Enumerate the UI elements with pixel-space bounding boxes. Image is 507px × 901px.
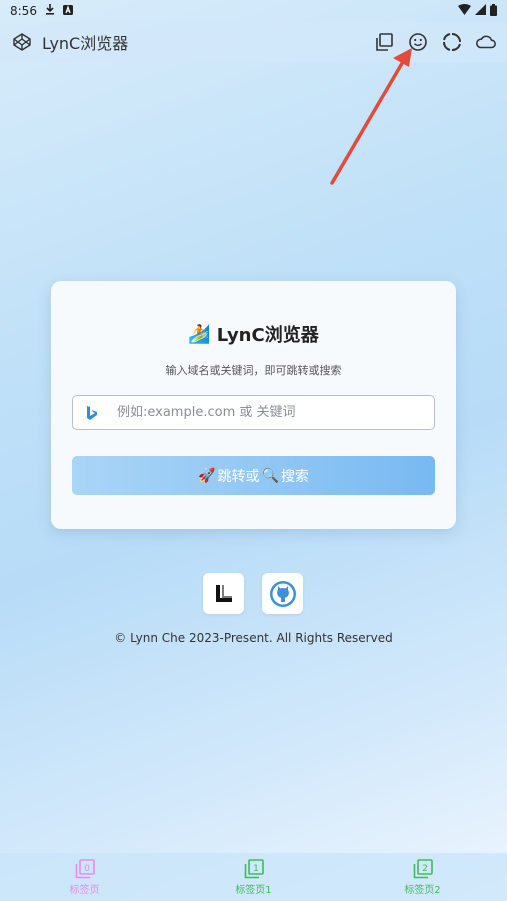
tab-1-label: 标签页1 bbox=[235, 884, 272, 896]
go-button-label-1: 跳转或 bbox=[217, 468, 260, 485]
tab-0-label: 标签页 bbox=[69, 884, 100, 896]
app-bar: LynC浏览器 bbox=[0, 22, 507, 62]
go-or-search-button[interactable]: 🚀 跳转或 🔍 搜索 bbox=[72, 456, 435, 495]
card-title: 🏄 LynC浏览器 bbox=[51, 321, 456, 347]
cloud-icon bbox=[476, 35, 496, 49]
svg-text:2: 2 bbox=[422, 864, 428, 874]
bing-icon[interactable] bbox=[85, 405, 99, 421]
surfer-emoji-icon: 🏄 bbox=[188, 323, 211, 345]
tab-2-label: 标签页2 bbox=[404, 884, 441, 896]
card-title-text: LynC浏览器 bbox=[216, 325, 319, 346]
card-subtitle: 输入域名或关键词，即可跳转或搜索 bbox=[165, 364, 342, 377]
go-button-label-2: 搜索 bbox=[280, 468, 309, 485]
rocket-icon: 🚀 bbox=[198, 467, 216, 484]
battery-icon bbox=[490, 3, 497, 19]
signal-icon bbox=[475, 4, 486, 18]
search-box[interactable] bbox=[72, 395, 435, 430]
github-icon bbox=[269, 580, 296, 607]
search-input[interactable] bbox=[115, 404, 434, 421]
refresh-button[interactable] bbox=[441, 31, 463, 53]
social-links bbox=[203, 573, 303, 614]
download-icon bbox=[45, 4, 55, 18]
cloud-sync-button[interactable] bbox=[475, 31, 497, 53]
wifi-icon bbox=[458, 4, 471, 18]
status-time: 8:56 bbox=[10, 4, 37, 18]
circular-arrows-icon bbox=[443, 33, 461, 51]
bottom-tab-bar: 0 标签页 1 标签页1 2 标签页2 bbox=[0, 853, 507, 901]
svg-text:1: 1 bbox=[253, 864, 259, 874]
l-logo-icon bbox=[215, 584, 232, 602]
svg-text:0: 0 bbox=[84, 864, 90, 874]
github-link-button[interactable] bbox=[262, 573, 303, 614]
app-title: LynC浏览器 bbox=[42, 34, 129, 53]
copyright-text: © Lynn Che 2023-Present. All Rights Rese… bbox=[114, 631, 393, 645]
tab-0[interactable]: 0 标签页 bbox=[0, 853, 169, 901]
tab-2[interactable]: 2 标签页2 bbox=[338, 853, 507, 901]
tab-1-icon: 1 bbox=[244, 858, 264, 878]
magnifier-icon: 🔍 bbox=[261, 467, 279, 484]
app-notification-icon bbox=[62, 4, 73, 18]
tab-1[interactable]: 1 标签页1 bbox=[169, 853, 338, 901]
search-card: 🏄 LynC浏览器 输入域名或关键词，即可跳转或搜索 🚀 跳转或 🔍 搜索 bbox=[51, 281, 456, 529]
tab-0-icon: 0 bbox=[75, 858, 95, 878]
tab-2-icon: 2 bbox=[413, 858, 433, 878]
codepen-logo-icon[interactable] bbox=[12, 32, 32, 52]
status-bar: 8:56 bbox=[0, 0, 507, 22]
annotation-arrow bbox=[330, 48, 412, 185]
blog-link-button[interactable] bbox=[203, 573, 244, 614]
